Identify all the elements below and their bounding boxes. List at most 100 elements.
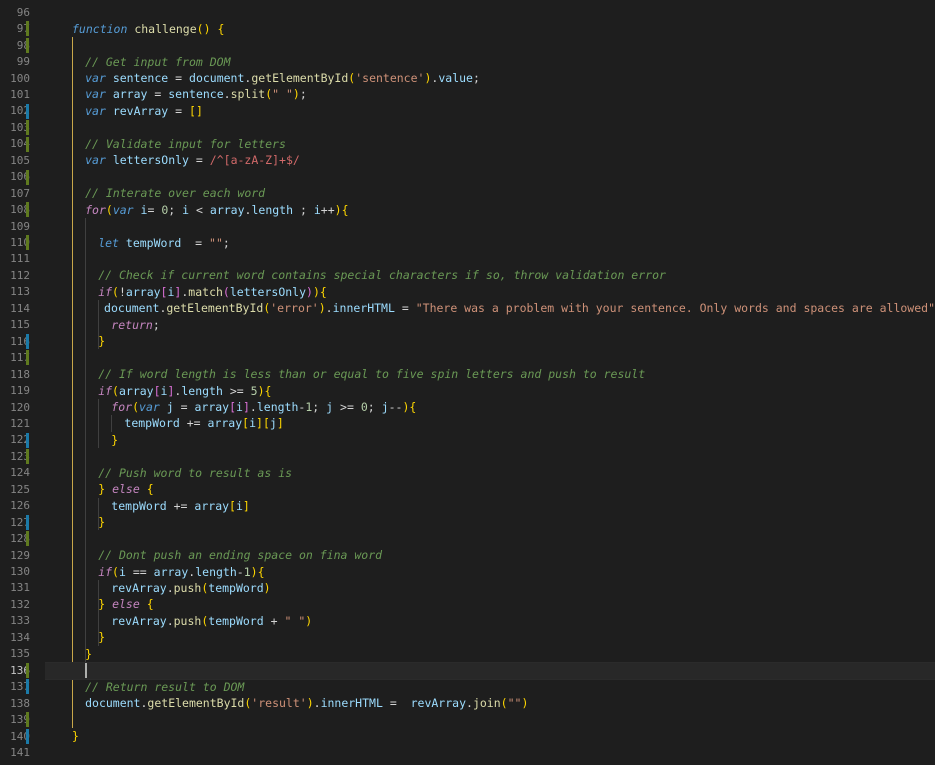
git-change-marker [26, 235, 29, 251]
line-number: 107 [10, 186, 30, 200]
code-line[interactable] [45, 448, 935, 464]
line-number: 138 [10, 696, 30, 710]
code-line[interactable]: function challenge() { [45, 20, 935, 36]
code-text: } [72, 729, 79, 744]
code-text: if(i == array.length-1){ [98, 564, 265, 579]
code-text: // Check if current word contains specia… [98, 268, 666, 283]
code-line[interactable]: // Dont push an ending space on fina wor… [45, 547, 935, 563]
code-text: return; [111, 317, 160, 332]
code-line[interactable]: return; [45, 317, 935, 333]
code-line[interactable]: if(i == array.length-1){ [45, 563, 935, 579]
git-change-marker [26, 514, 29, 530]
code-line[interactable]: } [45, 432, 935, 448]
git-change-marker [26, 728, 29, 744]
code-text: revArray.push(tempWord + " ") [111, 613, 313, 628]
git-change-marker [26, 103, 29, 119]
code-line[interactable]: if(!array[i].match(lettersOnly)){ [45, 284, 935, 300]
code-line[interactable] [45, 218, 935, 234]
code-line[interactable]: } [45, 629, 935, 645]
git-change-marker [26, 432, 29, 448]
git-change-marker [26, 202, 29, 218]
code-text: for(var j = array[i].length-1; j >= 0; j… [111, 400, 417, 415]
line-number: 124 [10, 466, 30, 480]
code-line[interactable]: // Return result to DOM [45, 678, 935, 694]
code-text: // Interate over each word [85, 186, 266, 201]
git-change-marker [26, 21, 29, 37]
line-number: 126 [10, 499, 30, 513]
code-line[interactable]: var revArray = [] [45, 103, 935, 119]
code-line[interactable]: // Check if current word contains specia… [45, 267, 935, 283]
code-line[interactable]: var sentence = document.getElementById('… [45, 70, 935, 86]
git-change-marker [26, 449, 29, 465]
code-text: if(!array[i].match(lettersOnly)){ [98, 284, 327, 299]
code-text: // If word length is less than or equal … [98, 367, 646, 382]
code-line[interactable]: revArray.push(tempWord + " ") [45, 613, 935, 629]
line-number: 125 [10, 482, 30, 496]
code-line[interactable] [45, 349, 935, 365]
code-text: for(var i= 0; i < array.length ; i++){ [85, 202, 349, 217]
line-number: 119 [10, 384, 30, 398]
code-line[interactable]: // Interate over each word [45, 185, 935, 201]
line-number: 113 [10, 285, 30, 299]
line-number: 121 [10, 416, 30, 430]
code-line[interactable] [45, 4, 935, 20]
code-line[interactable]: tempWord += array[i] [45, 498, 935, 514]
code-line[interactable]: } else { [45, 481, 935, 497]
line-number: 100 [10, 71, 30, 85]
code-text: tempWord += array[i][j] [124, 416, 284, 431]
code-line[interactable]: } [45, 646, 935, 662]
code-text: document.getElementById('result').innerH… [85, 696, 529, 711]
code-text: // Dont push an ending space on fina wor… [98, 548, 383, 563]
code-line[interactable]: var array = sentence.split(" "); [45, 86, 935, 102]
code-text: let tempWord = ""; [98, 235, 230, 250]
line-number: 114 [10, 301, 30, 315]
line-number: 112 [10, 268, 30, 282]
code-text: } [111, 432, 119, 447]
code-line[interactable] [45, 251, 935, 267]
line-number: 132 [10, 597, 30, 611]
code-line[interactable]: // Validate input for letters [45, 136, 935, 152]
code-line[interactable]: let tempWord = ""; [45, 234, 935, 250]
code-line[interactable]: revArray.push(tempWord) [45, 580, 935, 596]
code-line[interactable] [45, 119, 935, 135]
code-line[interactable]: // Push word to result as is [45, 465, 935, 481]
code-line[interactable] [45, 711, 935, 727]
git-change-marker [26, 350, 29, 366]
code-line[interactable]: var lettersOnly = /^[a-zA-Z]+$/ [45, 152, 935, 168]
line-number: 130 [10, 565, 30, 579]
code-line[interactable]: document.getElementById('result').innerH… [45, 695, 935, 711]
code-text: // Push word to result as is [98, 465, 293, 480]
line-number: 135 [10, 647, 30, 661]
code-text: tempWord += array[i] [111, 498, 250, 513]
line-number: 118 [10, 367, 30, 381]
git-change-marker [26, 120, 29, 136]
code-text: // Validate input for letters [85, 136, 286, 151]
code-line[interactable]: // If word length is less than or equal … [45, 366, 935, 382]
code-text: document.getElementById('error').innerHT… [104, 301, 935, 316]
line-number: 111 [10, 252, 30, 266]
code-text: if(array[i].length >= 5){ [98, 383, 272, 398]
git-change-marker [26, 169, 29, 185]
code-line[interactable]: } else { [45, 596, 935, 612]
code-text: // Return result to DOM [85, 679, 245, 694]
code-line[interactable]: if(array[i].length >= 5){ [45, 382, 935, 398]
code-line[interactable]: } [45, 333, 935, 349]
line-number: 99 [16, 55, 30, 69]
code-line[interactable]: for(var i= 0; i < array.length ; i++){ [45, 201, 935, 217]
line-number: 115 [10, 318, 30, 332]
code-line[interactable] [45, 744, 935, 760]
code-line[interactable] [45, 37, 935, 53]
code-line[interactable]: tempWord += array[i][j] [45, 415, 935, 431]
code-line[interactable]: } [45, 514, 935, 530]
code-line[interactable]: for(var j = array[i].length-1; j >= 0; j… [45, 399, 935, 415]
line-number: 109 [10, 219, 30, 233]
code-editor[interactable]: 96 97 function challenge() {98 99// Get inp… [0, 0, 935, 765]
code-line[interactable]: // Get input from DOM [45, 53, 935, 69]
code-line[interactable] [45, 169, 935, 185]
code-line[interactable] [45, 530, 935, 546]
code-text: var lettersOnly = /^[a-zA-Z]+$/ [85, 153, 300, 168]
code-line[interactable]: } [45, 728, 935, 744]
line-number: 105 [10, 153, 30, 167]
code-text: } else { [98, 482, 154, 497]
code-line[interactable]: document.getElementById('error').innerHT… [45, 300, 935, 316]
